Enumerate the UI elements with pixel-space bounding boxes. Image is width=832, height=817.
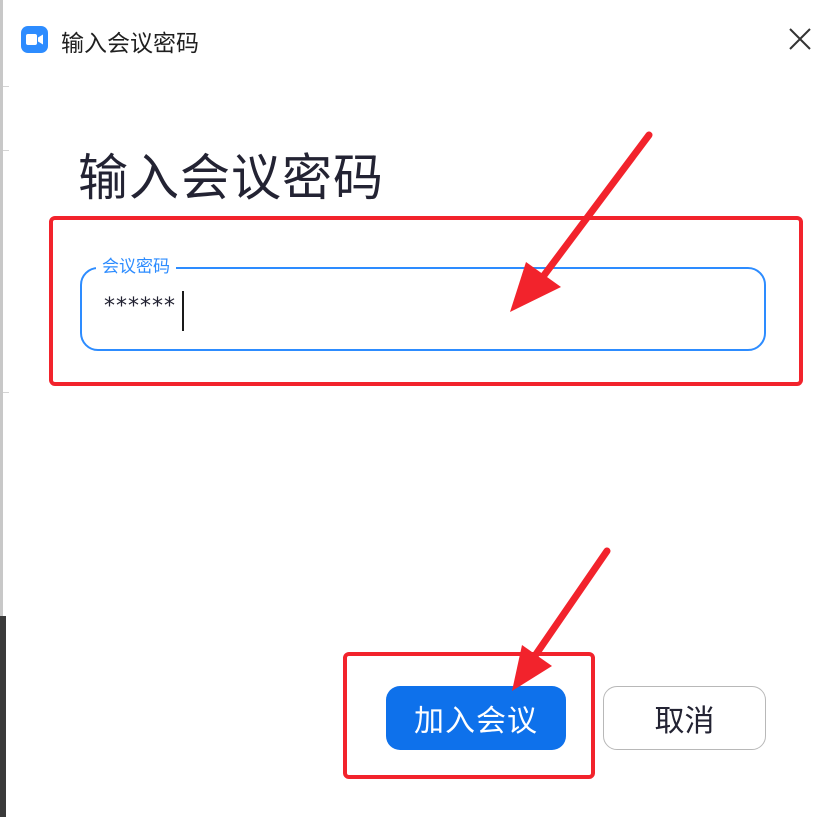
annotation-arrows: [510, 131, 653, 691]
annotation-arrow-icon: [510, 131, 653, 312]
annotation-arrow-icon: [512, 547, 611, 691]
meeting-password-dialog: 输入会议密码 输入会议密码 会议密码 ****** 加入会议 取消: [0, 0, 832, 817]
